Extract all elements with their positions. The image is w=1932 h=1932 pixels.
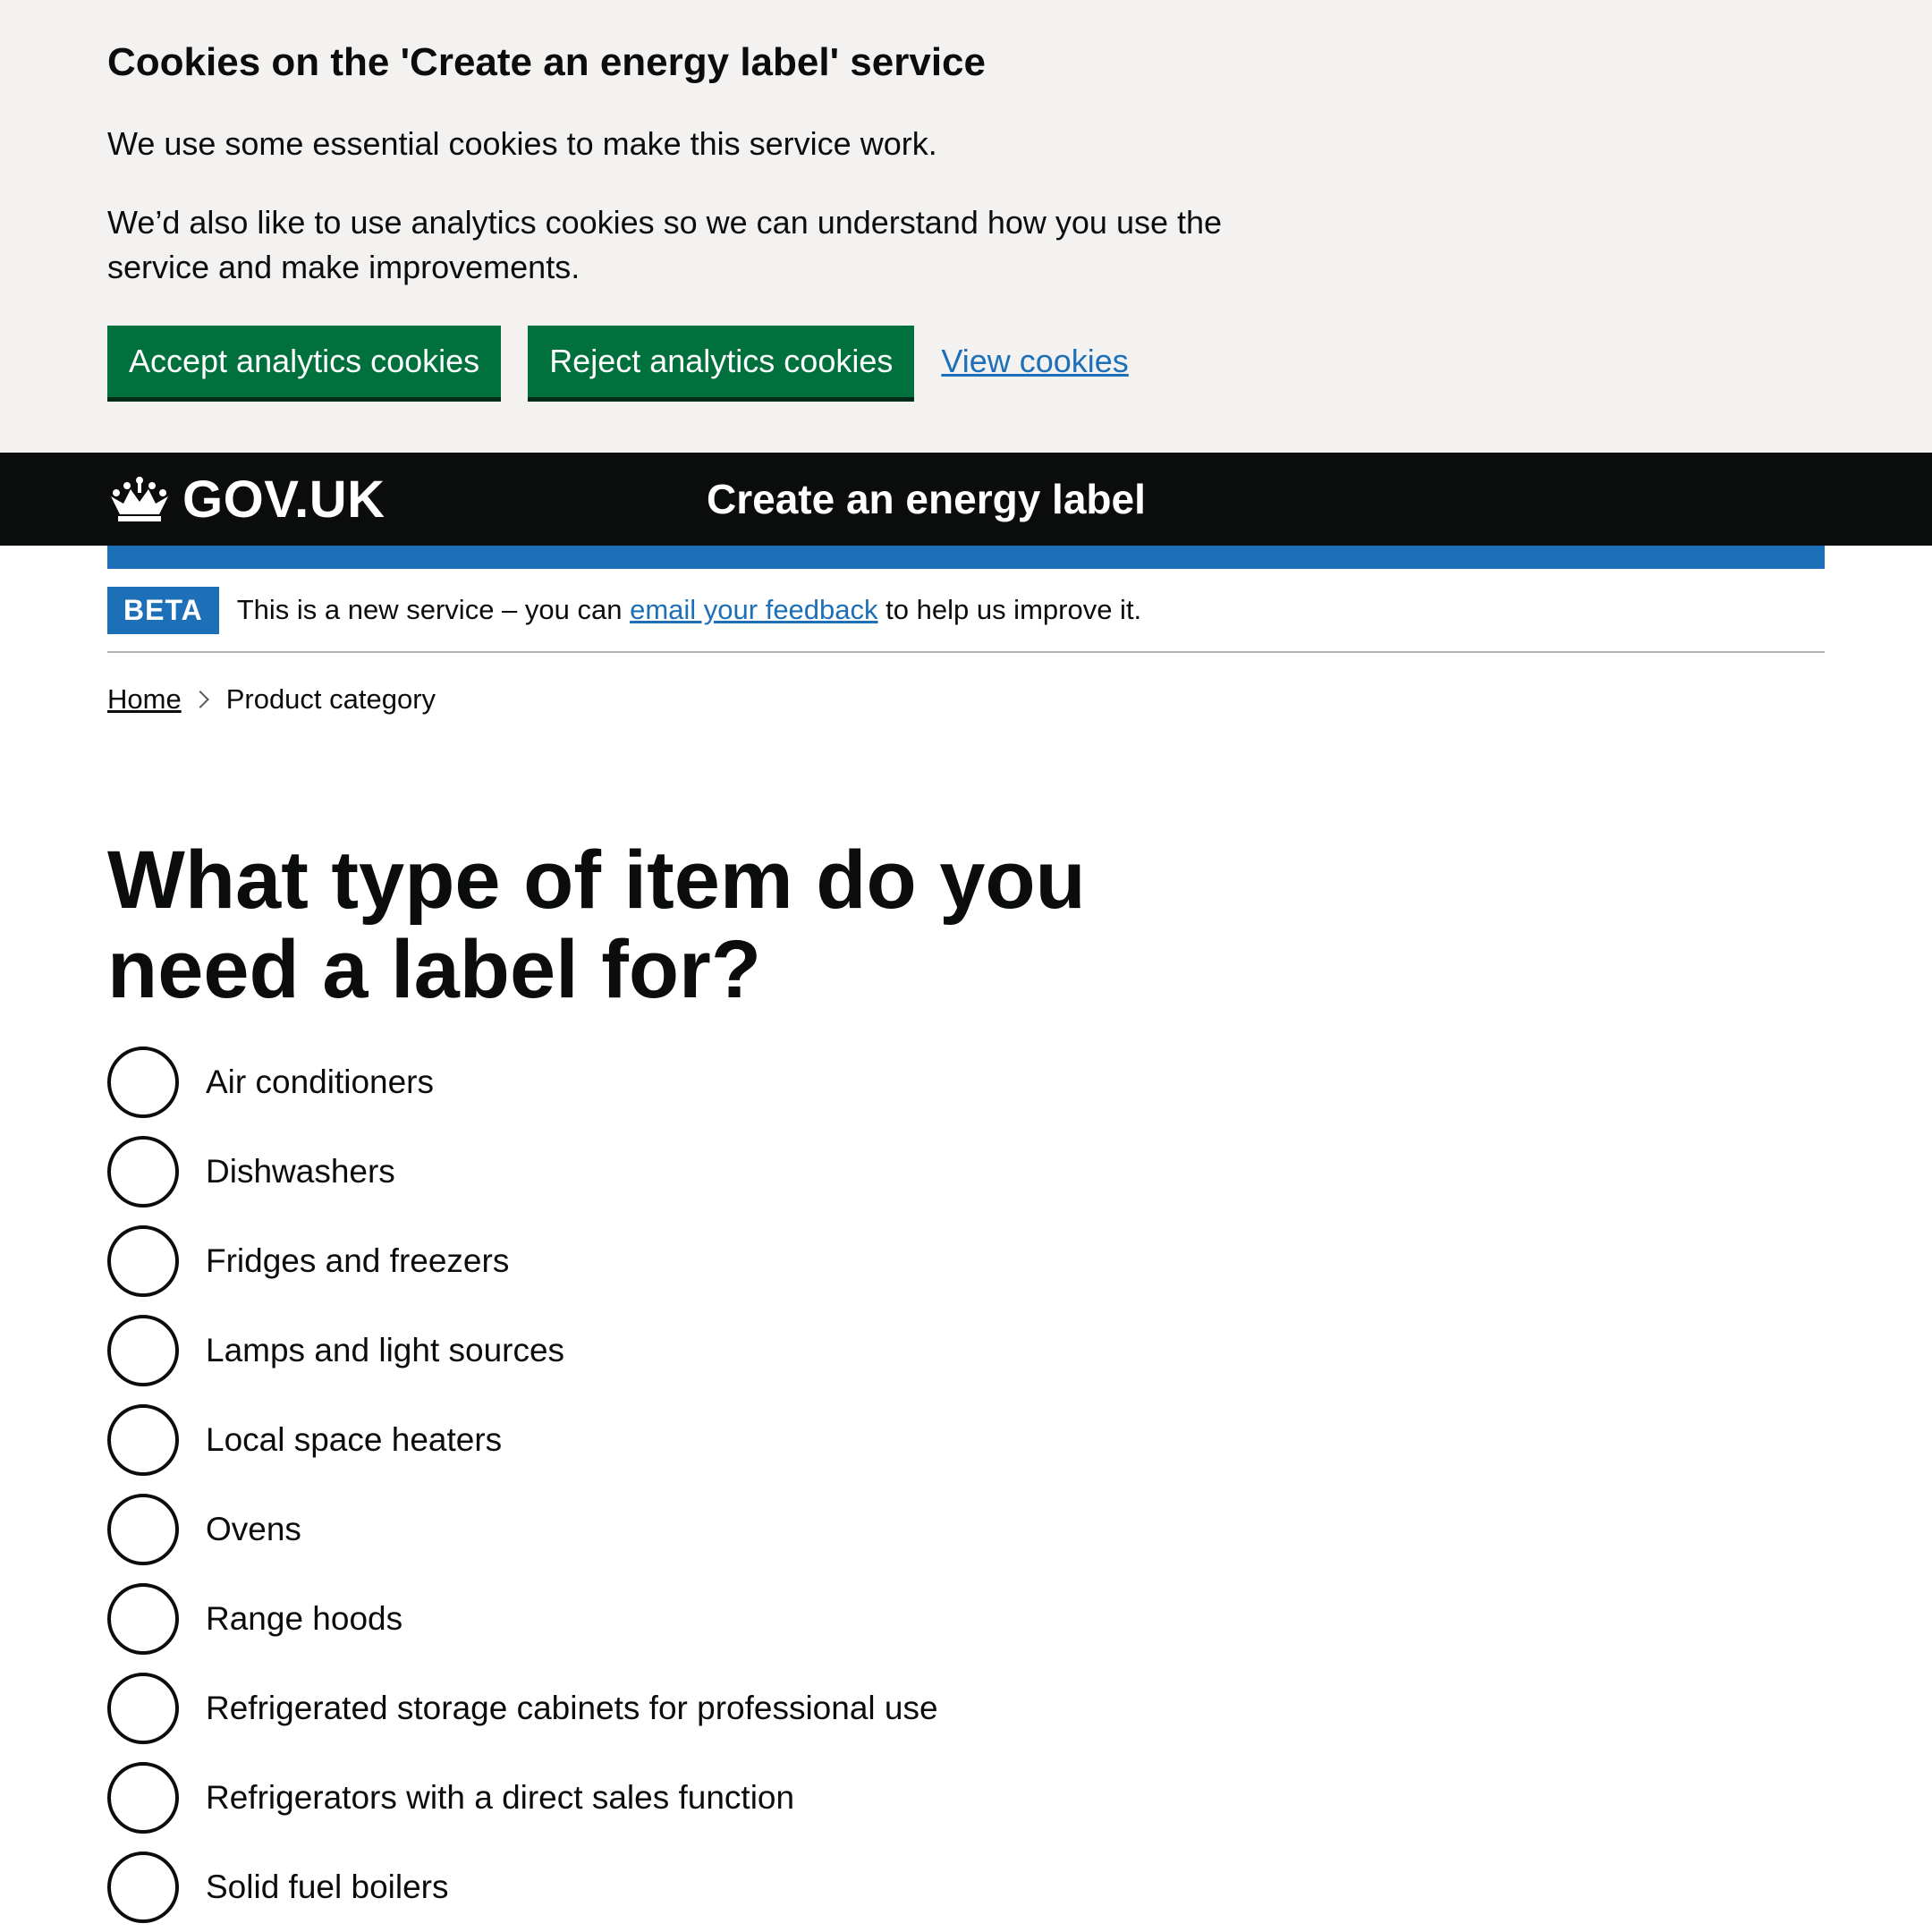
radio-option[interactable]: Dishwashers — [107, 1127, 1932, 1216]
radio-label[interactable]: Ovens — [206, 1511, 301, 1548]
feedback-link[interactable]: email your feedback — [630, 594, 877, 625]
radio-label[interactable]: Fridges and freezers — [206, 1242, 509, 1280]
govuk-logo-text: GOV.UK — [182, 470, 386, 529]
radio-button[interactable] — [107, 1404, 179, 1476]
cookie-banner: Cookies on the 'Create an energy label' … — [0, 0, 1932, 453]
radio-label[interactable]: Refrigerators with a direct sales functi… — [206, 1779, 794, 1817]
chevron-right-icon — [191, 691, 209, 708]
radio-option[interactable]: Refrigerated storage cabinets for profes… — [107, 1664, 1932, 1753]
cookie-banner-essential-text: We use some essential cookies to make th… — [107, 125, 937, 162]
radio-option[interactable]: Lamps and light sources — [107, 1306, 1932, 1395]
site-header: GOV.UK Create an energy label — [0, 453, 1932, 546]
radio-option[interactable]: Fridges and freezers — [107, 1216, 1932, 1306]
phase-text-after: to help us improve it. — [877, 594, 1142, 625]
radio-option[interactable]: Solid fuel boilers — [107, 1843, 1932, 1932]
cookie-actions: Accept analytics cookies Reject analytic… — [107, 326, 1825, 397]
cookie-banner-heading: Cookies on the 'Create an energy label' … — [107, 40, 986, 84]
radio-label[interactable]: Dishwashers — [206, 1153, 395, 1191]
page-title: What type of item do you need a label fo… — [107, 835, 1086, 1015]
header-accent-bar — [107, 546, 1825, 569]
radio-button[interactable] — [107, 1673, 179, 1744]
radio-button[interactable] — [107, 1046, 179, 1118]
radio-label[interactable]: Local space heaters — [206, 1421, 502, 1459]
radio-button[interactable] — [107, 1583, 179, 1655]
radio-button[interactable] — [107, 1136, 179, 1208]
radio-button[interactable] — [107, 1225, 179, 1297]
radio-label[interactable]: Range hoods — [206, 1600, 402, 1638]
reject-cookies-button[interactable]: Reject analytics cookies — [528, 326, 915, 397]
radio-button[interactable] — [107, 1762, 179, 1834]
radio-label[interactable]: Solid fuel boilers — [206, 1868, 448, 1906]
radio-label[interactable]: Refrigerated storage cabinets for profes… — [206, 1690, 938, 1727]
radio-label[interactable]: Lamps and light sources — [206, 1332, 564, 1369]
phase-text-before: This is a new service – you can — [236, 594, 631, 625]
radio-option[interactable]: Air conditioners — [107, 1038, 1932, 1127]
breadcrumb: Home Product category — [107, 653, 1932, 746]
radio-button[interactable] — [107, 1494, 179, 1565]
beta-tag: BETA — [107, 586, 219, 634]
cookie-banner-analytics-text: We’d also like to use analytics cookies … — [107, 204, 1223, 285]
radio-option[interactable]: Refrigerators with a direct sales functi… — [107, 1753, 1932, 1843]
phase-banner: BETA This is a new service – you can ema… — [107, 569, 1825, 653]
product-category-radios: Air conditioners Dishwashers Fridges and f… — [107, 1038, 1932, 1932]
radio-button[interactable] — [107, 1315, 179, 1386]
crown-icon — [111, 477, 168, 521]
accept-cookies-button[interactable]: Accept analytics cookies — [107, 326, 502, 397]
breadcrumb-current: Product category — [225, 683, 436, 715]
service-name-link[interactable]: Create an energy label — [707, 453, 1146, 546]
radio-option[interactable]: Range hoods — [107, 1574, 1932, 1664]
govuk-logo-link[interactable]: GOV.UK — [107, 453, 385, 546]
radio-label[interactable]: Air conditioners — [206, 1063, 434, 1101]
radio-button[interactable] — [107, 1852, 179, 1923]
view-cookies-link[interactable]: View cookies — [941, 343, 1128, 380]
radio-option[interactable]: Local space heaters — [107, 1395, 1932, 1485]
breadcrumb-home-link[interactable]: Home — [107, 683, 182, 716]
phase-banner-text: This is a new service – you can email yo… — [237, 594, 1141, 626]
radio-option[interactable]: Ovens — [107, 1485, 1932, 1574]
